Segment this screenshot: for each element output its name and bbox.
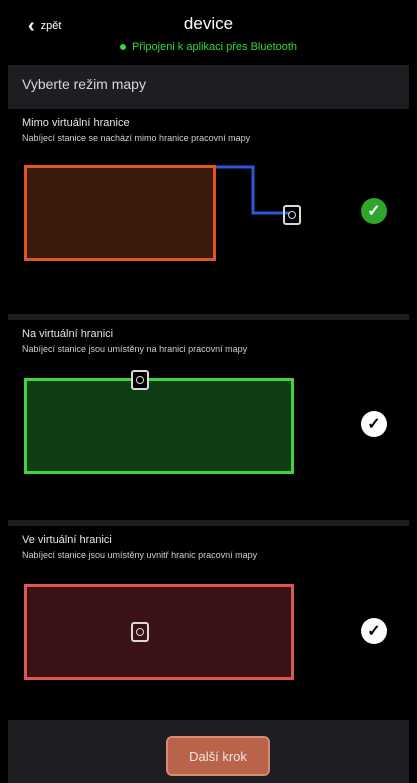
header-bar: ‹ zpět device Připojeni k aplikaci přes … — [0, 0, 417, 62]
map-mode-option-inside[interactable]: Ve virtuální hranici Nabíjecí stanice js… — [8, 520, 409, 726]
charging-station-icon — [131, 370, 149, 390]
work-area-map — [24, 165, 216, 261]
work-area-map — [24, 584, 294, 680]
map-mode-option-on-boundary[interactable]: Na virtuální hranici Nabíjecí stanice js… — [8, 314, 409, 510]
work-area-map — [24, 378, 294, 474]
footer-bar: Další krok — [8, 720, 409, 783]
charging-station-icon — [131, 622, 149, 642]
option-title: Ve virtuální hranici — [22, 534, 112, 546]
connection-status-text: Připojeni k aplikaci přes Bluetooth — [131, 41, 298, 53]
next-step-button[interactable]: Další krok — [166, 736, 270, 776]
map-mode-option-outside[interactable]: Mimo virtuální hranice Nabíjecí stanice … — [8, 103, 409, 299]
option-title: Na virtuální hranici — [22, 328, 114, 340]
option-description: Nabíjecí stanice jsou umístěny uvnitř hr… — [22, 550, 258, 560]
section-header: Vyberte režim mapy — [8, 65, 409, 103]
connection-status: Připojeni k aplikaci přes Bluetooth — [0, 41, 417, 53]
page-title: device — [183, 14, 234, 33]
checkmark-icon: ✓ — [361, 618, 387, 644]
status-dot-icon — [119, 44, 126, 51]
charging-station-icon — [283, 205, 301, 225]
option-description: Nabíjecí stanice se nachází mimo hranice… — [22, 133, 251, 143]
section-title: Vyberte režim mapy — [22, 76, 146, 92]
option-title: Mimo virtuální hranice — [22, 117, 130, 129]
checkmark-icon: ✓ — [361, 411, 387, 437]
checkmark-icon: ✓ — [361, 198, 387, 224]
option-description: Nabíjecí stanice jsou umístěny na hranic… — [22, 344, 248, 354]
